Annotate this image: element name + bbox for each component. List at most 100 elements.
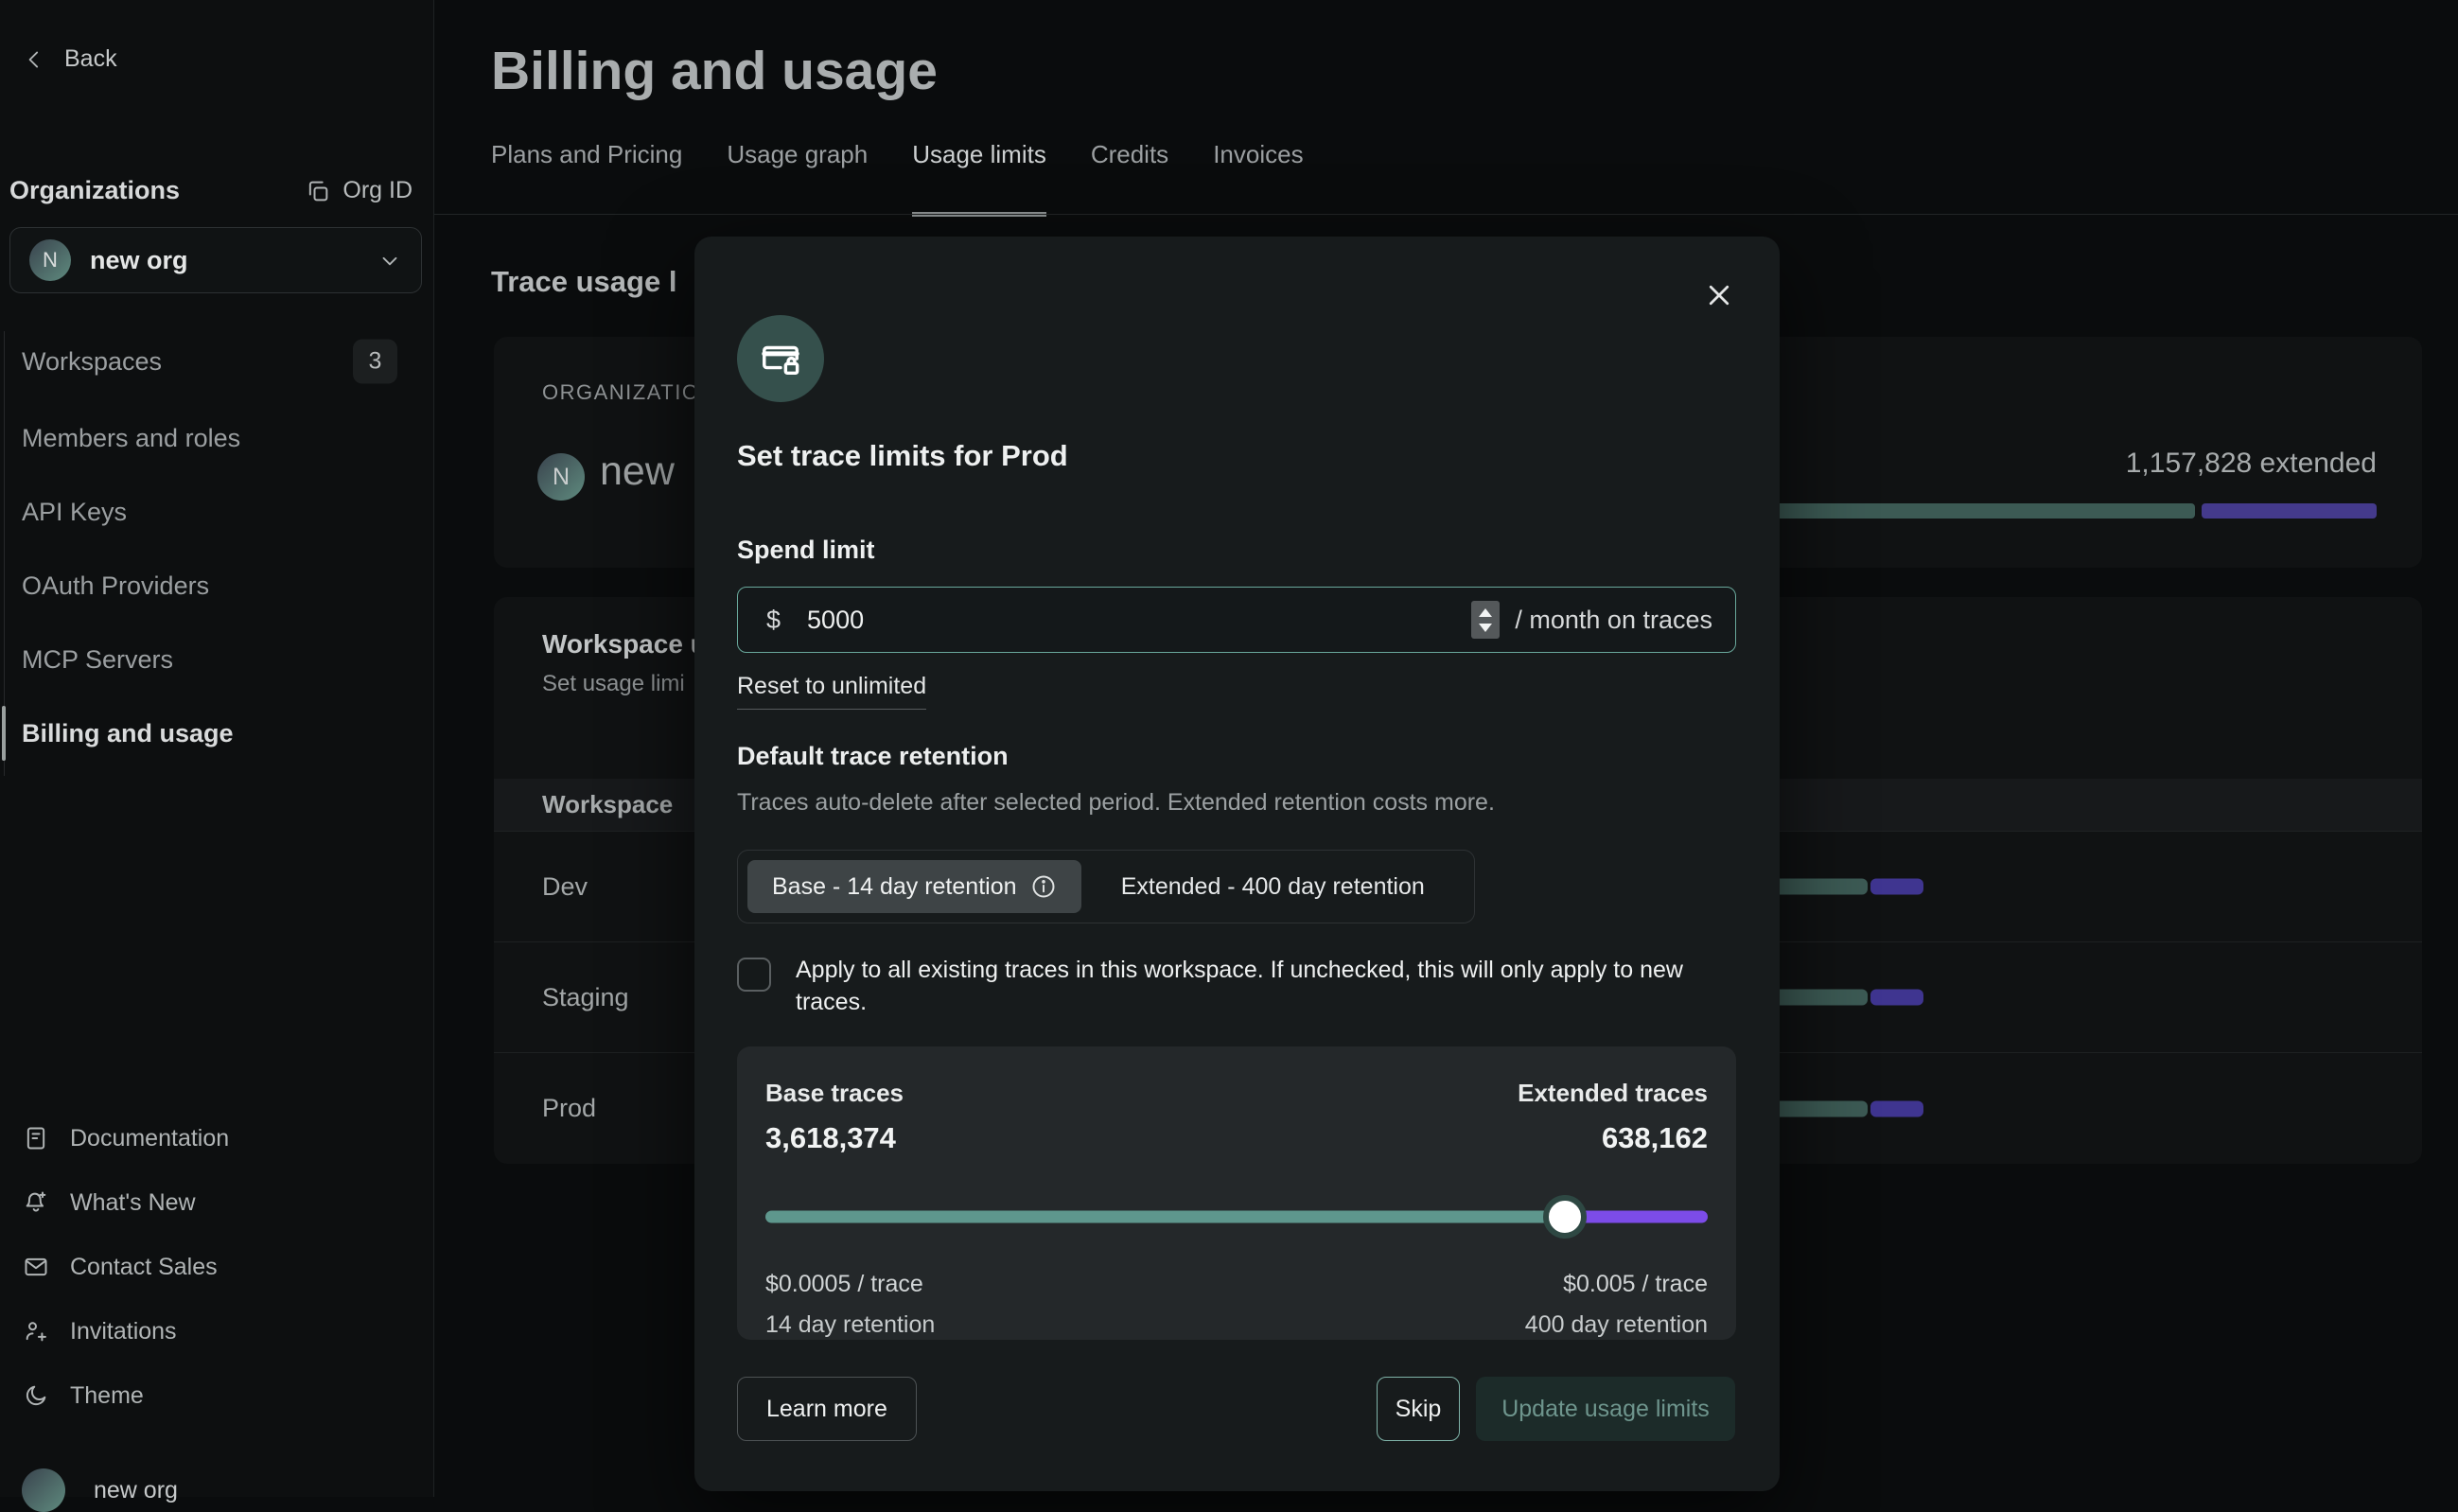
org-switcher[interactable]: N new org — [9, 227, 422, 293]
bell-icon — [23, 1189, 49, 1216]
org-usage-label: 1,157,828 extended — [2126, 448, 2377, 480]
apply-existing-checkbox[interactable] — [737, 958, 771, 992]
sidebar-item-documentation[interactable]: Documentation — [23, 1114, 229, 1163]
footer-label: Contact Sales — [70, 1254, 218, 1281]
org-card-eyebrow: ORGANIZATIO — [542, 380, 699, 405]
option-label: Base - 14 day retention — [772, 873, 1017, 901]
sidebar-item-whats-new[interactable]: What's New — [23, 1178, 196, 1227]
extended-price: $0.005 / trace — [1563, 1271, 1708, 1298]
tab-plans-and-pricing[interactable]: Plans and Pricing — [491, 140, 682, 217]
user-avatar — [22, 1468, 65, 1512]
user-name: new org — [94, 1477, 178, 1504]
workspace-name: Staging — [542, 983, 629, 1012]
spend-limit-input[interactable] — [807, 606, 1471, 635]
column-header-label: Workspace — [542, 790, 673, 819]
org-id-label: Org ID — [342, 177, 413, 204]
set-trace-limits-dialog: Set trace limits for Prod Spend limit $ … — [694, 237, 1780, 1491]
back-button[interactable]: Back — [23, 45, 117, 73]
org-usage-bar-extended — [2202, 503, 2377, 519]
workspace-card-subtitle: Set usage limi — [542, 671, 685, 697]
section-heading: Trace usage l — [491, 265, 676, 299]
back-label: Back — [64, 45, 117, 73]
workspaces-count-badge: 3 — [353, 340, 397, 384]
footer-label: Documentation — [70, 1125, 229, 1152]
apply-existing-row: Apply to all existing traces in this wor… — [737, 954, 1732, 1018]
org-card-avatar: N — [537, 453, 585, 501]
extended-period: 400 day retention — [1525, 1311, 1708, 1339]
sidebar-item-theme[interactable]: Theme — [23, 1371, 144, 1420]
tab-bar: Plans and Pricing Usage graph Usage limi… — [491, 140, 1304, 217]
usage-bar-extended — [1870, 879, 1923, 895]
update-usage-limits-button[interactable]: Update usage limits — [1476, 1377, 1735, 1441]
sidebar-item-billing[interactable]: Billing and usage — [22, 704, 414, 763]
workspace-name: Dev — [542, 872, 588, 902]
tab-usage-graph[interactable]: Usage graph — [727, 140, 868, 217]
tab-credits[interactable]: Credits — [1091, 140, 1168, 217]
tab-invoices[interactable]: Invoices — [1213, 140, 1303, 217]
org-switcher-name: new org — [90, 246, 359, 275]
sidebar-item-api-keys[interactable]: API Keys — [22, 483, 414, 541]
option-label: Extended - 400 day retention — [1121, 873, 1425, 901]
sidebar-item-mcp-servers[interactable]: MCP Servers — [22, 630, 414, 689]
trace-split-slider[interactable] — [765, 1195, 1708, 1239]
currency-symbol: $ — [766, 606, 781, 635]
spend-suffix: / month on traces — [1515, 606, 1712, 635]
sidebar-item-members[interactable]: Members and roles — [22, 409, 414, 467]
workspace-name: Prod — [542, 1094, 596, 1123]
moon-icon — [23, 1382, 49, 1409]
sidebar-item-oauth[interactable]: OAuth Providers — [22, 556, 414, 615]
close-button[interactable] — [1698, 274, 1740, 316]
extended-traces-value: 638,162 — [1602, 1121, 1708, 1155]
chevron-left-icon — [23, 47, 47, 72]
base-traces-label: Base traces — [765, 1079, 904, 1108]
trace-split-panel: Base traces Extended traces 3,618,374 63… — [737, 1046, 1736, 1340]
document-icon — [23, 1125, 49, 1152]
credit-card-lock-icon — [737, 315, 824, 402]
usage-bar-extended — [1870, 1100, 1923, 1116]
retention-description: Traces auto-delete after selected period… — [737, 789, 1495, 817]
retention-option-extended[interactable]: Extended - 400 day retention — [1081, 860, 1466, 913]
spend-limit-field: $ / month on traces — [737, 587, 1736, 653]
reset-to-unlimited-link[interactable]: Reset to unlimited — [737, 673, 926, 710]
retention-heading: Default trace retention — [737, 742, 1009, 771]
apply-existing-label: Apply to all existing traces in this wor… — [796, 954, 1732, 1018]
usage-bar-extended — [1870, 990, 1923, 1006]
active-nav-indicator — [2, 706, 6, 761]
base-period: 14 day retention — [765, 1311, 935, 1339]
org-avatar: N — [29, 239, 71, 281]
learn-more-button[interactable]: Learn more — [737, 1377, 917, 1441]
sidebar-item-workspaces[interactable]: Workspaces 3 — [22, 332, 414, 391]
retention-segmented-control: Base - 14 day retention Extended - 400 d… — [737, 850, 1475, 923]
footer-label: What's New — [70, 1189, 196, 1217]
nav-label: Billing and usage — [22, 719, 234, 748]
org-id-button[interactable]: Org ID — [305, 177, 413, 204]
nav-label: MCP Servers — [22, 645, 173, 675]
dialog-title: Set trace limits for Prod — [737, 439, 1068, 473]
person-add-icon — [23, 1318, 49, 1345]
retention-option-base[interactable]: Base - 14 day retention — [747, 860, 1081, 913]
slider-handle[interactable] — [1543, 1195, 1587, 1239]
nav-label: OAuth Providers — [22, 571, 209, 601]
organizations-heading: Organizations — [9, 176, 180, 205]
number-stepper[interactable] — [1471, 601, 1500, 639]
base-traces-value: 3,618,374 — [765, 1121, 896, 1155]
sidebar: Back Organizations Org ID N new org Work… — [0, 0, 434, 1497]
sidebar-item-contact-sales[interactable]: Contact Sales — [23, 1242, 218, 1292]
skip-button[interactable]: Skip — [1377, 1377, 1460, 1441]
spend-limit-label: Spend limit — [737, 536, 875, 565]
info-icon — [1030, 873, 1057, 900]
page-title: Billing and usage — [491, 40, 938, 102]
sidebar-item-invitations[interactable]: Invitations — [23, 1307, 177, 1356]
close-icon — [1705, 281, 1733, 309]
footer-label: Theme — [70, 1382, 144, 1410]
org-card-name: new — [600, 448, 675, 495]
copy-icon — [305, 178, 331, 204]
nav-label: API Keys — [22, 498, 127, 527]
stepper-down-icon — [1479, 624, 1492, 632]
extended-traces-label: Extended traces — [1518, 1079, 1708, 1108]
nav-label: Workspaces — [22, 347, 162, 377]
tab-usage-limits[interactable]: Usage limits — [912, 140, 1046, 217]
base-price: $0.0005 / trace — [765, 1271, 923, 1298]
tabs-divider — [434, 214, 2458, 215]
user-menu[interactable]: new org — [22, 1468, 178, 1512]
